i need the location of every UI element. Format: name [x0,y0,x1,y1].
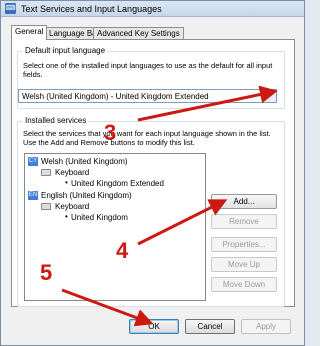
default-input-language-label: Default input language [23,46,108,55]
add-button[interactable]: Add... [211,194,277,209]
keyboard-app-icon: ⌨ [5,3,16,14]
installed-services-label: Installed services [23,116,89,125]
remove-button[interactable]: Remove [211,214,277,229]
move-up-button[interactable]: Move Up [211,257,277,272]
tab-general[interactable]: General [11,25,48,40]
tree-language-welsh[interactable]: Welsh (United Kingdom) [41,157,128,166]
installed-services-description: Select the services that you want for ea… [23,129,271,147]
annotation-number-5: 5 [40,260,53,285]
annotation-number-4: 4 [116,238,129,263]
annotation-number-3: 3 [104,120,117,145]
move-down-button[interactable]: Move Down [211,277,277,292]
window-title: Text Services and Input Languages [21,4,162,14]
default-input-language-dropdown[interactable]: Welsh (United Kingdom) - United Kingdom … [18,89,277,103]
apply-button[interactable]: Apply [241,319,291,334]
chevron-down-icon[interactable]: ▼ [263,90,276,102]
language-badge-icon: CY [28,157,38,166]
language-badge-icon: EN [28,191,38,200]
tree-category-keyboard[interactable]: Keyboard [55,168,89,177]
tree-layout-item[interactable]: United Kingdom Extended [71,179,164,188]
title-bar: ⌨ Text Services and Input Languages [1,1,304,17]
tree-language-english[interactable]: English (United Kingdom) [41,191,132,200]
tree-category-keyboard[interactable]: Keyboard [55,202,89,211]
keyboard-icon [41,203,51,210]
ok-button[interactable]: OK [129,319,179,334]
properties-button[interactable]: Properties... [211,237,277,252]
bullet-icon: • [65,178,68,187]
tree-layout-item[interactable]: United Kingdom [71,213,128,222]
dialog-window: ⌨ Text Services and Input Languages Gene… [0,0,305,346]
tab-advanced-key-settings[interactable]: Advanced Key Settings [93,27,184,39]
cancel-button[interactable]: Cancel [185,319,235,334]
keyboard-icon [41,169,51,176]
bullet-icon: • [65,212,68,221]
default-input-selected-value: Welsh (United Kingdom) - United Kingdom … [22,92,209,101]
default-input-description: Select one of the installed input langua… [23,61,273,79]
